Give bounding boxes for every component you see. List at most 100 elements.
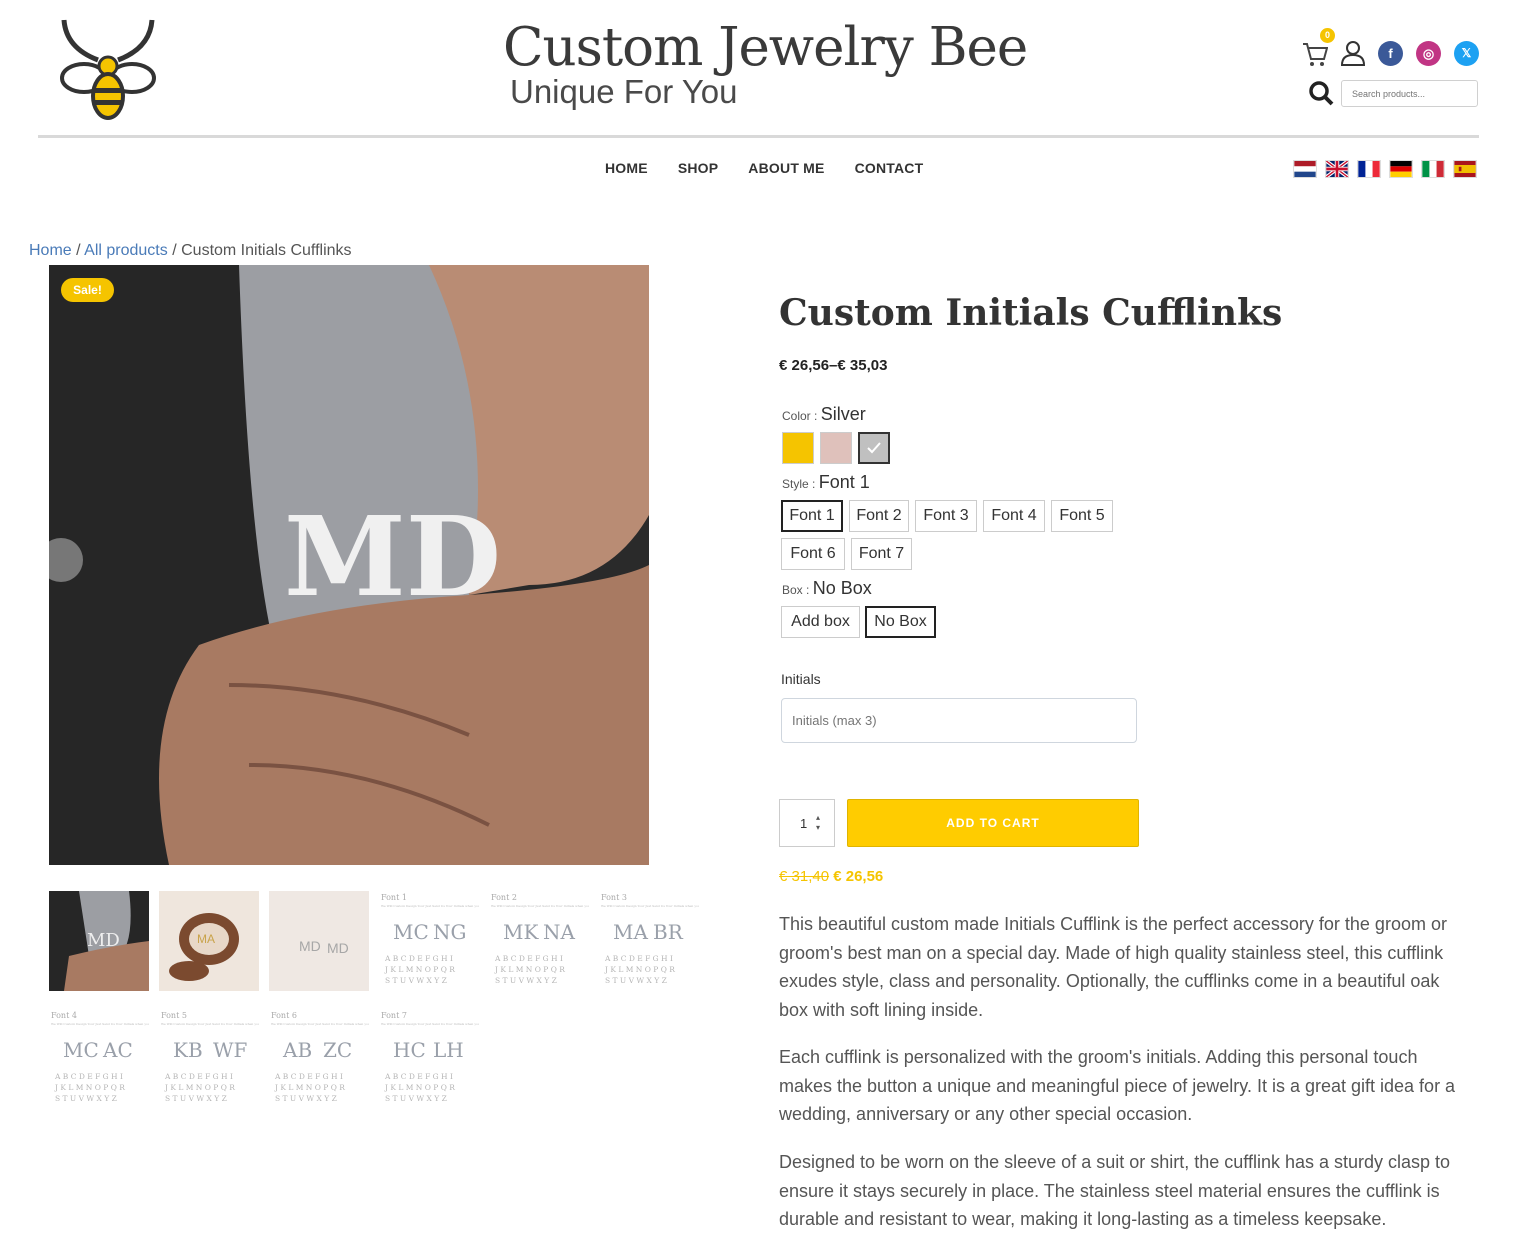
nav-shop[interactable]: SHOP bbox=[678, 160, 718, 176]
svg-text:MD: MD bbox=[327, 940, 349, 956]
font-sheet-sample: AB bbox=[282, 1038, 312, 1062]
style-option-font-5[interactable]: Font 5 bbox=[1051, 500, 1113, 532]
price-range: € 26,56–€ 35,03 bbox=[779, 357, 888, 374]
font-sheet-alphabet-row: J K L M N O P Q R bbox=[54, 1083, 125, 1092]
font-sheet-heading: We Will Custom Design Your Just Send Us … bbox=[601, 904, 699, 908]
stepper-arrows-icon[interactable]: ▴ ▾ bbox=[816, 813, 820, 833]
user-icon[interactable] bbox=[1340, 40, 1366, 66]
font-sheet-alphabet-row: S T U V W X Y Z bbox=[385, 976, 447, 985]
breadcrumb-all-products[interactable]: All products bbox=[84, 242, 168, 259]
description-paragraph-2: Each cufflink is personalized with the g… bbox=[779, 1047, 1456, 1124]
flag-es-icon[interactable] bbox=[1453, 160, 1477, 178]
font-sheet-label: Font 4 bbox=[51, 1011, 77, 1020]
brand-title[interactable]: Custom Jewelry Bee bbox=[503, 17, 1028, 78]
flag-uk-icon[interactable] bbox=[1325, 160, 1349, 178]
initials-label: Initials bbox=[781, 671, 821, 687]
box-label: Box bbox=[782, 583, 803, 597]
check-icon bbox=[867, 442, 881, 454]
font-sheet-alphabet-row: A B C D E F G H I bbox=[384, 954, 453, 963]
thumbnail-3[interactable]: MD MD bbox=[269, 891, 369, 991]
style-option-font-4[interactable]: Font 4 bbox=[983, 500, 1045, 532]
instagram-icon[interactable]: ◎ bbox=[1416, 41, 1441, 66]
font-sheet-alphabet-row: S T U V W X Y Z bbox=[55, 1094, 117, 1103]
flag-it-icon[interactable] bbox=[1421, 160, 1445, 178]
font-sheet-label: Font 2 bbox=[491, 893, 517, 902]
font-sheet-image: Font 1 We Will Custom Design Your Just Se… bbox=[379, 891, 479, 991]
flag-de-icon[interactable] bbox=[1389, 160, 1413, 178]
font-sheet-alphabet-row: S T U V W X Y Z bbox=[605, 976, 667, 985]
x-icon[interactable]: 𝕏 bbox=[1454, 41, 1479, 66]
breadcrumb-home[interactable]: Home bbox=[29, 242, 72, 259]
style-option-font-3[interactable]: Font 3 bbox=[915, 500, 977, 532]
main-product-image[interactable]: MD bbox=[49, 265, 649, 865]
font-sheet-alphabet-row: S T U V W X Y Z bbox=[385, 1094, 447, 1103]
breadcrumb-separator: / bbox=[76, 242, 81, 259]
font-sheet-alphabet-row: J K L M N O P Q R bbox=[164, 1083, 235, 1092]
breadcrumb-current: Custom Initials Cufflinks bbox=[181, 242, 352, 259]
thumbnail-font-5[interactable]: Font 5 We Will Custom Design Your Just Se… bbox=[159, 1009, 259, 1109]
font-sheet-alphabet-row: J K L M N O P Q R bbox=[604, 965, 675, 974]
main-nav: HOME SHOP ABOUT ME CONTACT bbox=[605, 160, 923, 176]
style-option-font-2[interactable]: Font 2 bbox=[849, 500, 909, 532]
font-sheet-heading: We Will Custom Design Your Just Send Us … bbox=[161, 1022, 259, 1026]
old-price: € 31,40 bbox=[779, 868, 830, 885]
language-switcher bbox=[1293, 160, 1477, 178]
font-sheet-sample: MA bbox=[613, 920, 648, 944]
swatch-gold[interactable] bbox=[782, 432, 814, 464]
box-attribute-label: Box : No Box bbox=[782, 578, 872, 598]
font-sheet-alphabet-row: J K L M N O P Q R bbox=[274, 1083, 345, 1092]
nav-about-me[interactable]: ABOUT ME bbox=[748, 160, 824, 176]
font-sheet-alphabet-row: A B C D E F G H I bbox=[54, 1072, 123, 1081]
thumbnail-font-1[interactable]: Font 1 We Will Custom Design Your Just Se… bbox=[379, 891, 479, 991]
bee-logo[interactable] bbox=[58, 18, 158, 122]
sale-price: € 26,56 bbox=[833, 868, 884, 885]
font-sheet-alphabet-row: J K L M N O P Q R bbox=[384, 1083, 455, 1092]
initials-input[interactable] bbox=[781, 698, 1137, 743]
search-input[interactable] bbox=[1341, 80, 1478, 107]
font-sheet-label: Font 5 bbox=[161, 1011, 187, 1020]
font-sheet-sample: AC bbox=[102, 1038, 133, 1062]
thumbnail-2[interactable]: MA bbox=[159, 891, 259, 991]
svg-text:MA: MA bbox=[197, 932, 215, 946]
font-sheet-alphabet-row: S T U V W X Y Z bbox=[275, 1094, 337, 1103]
font-sheet-sample: WF bbox=[213, 1038, 248, 1062]
thumbnail-font-3[interactable]: Font 3 We Will Custom Design Your Just Se… bbox=[599, 891, 699, 991]
style-option-font-6[interactable]: Font 6 bbox=[781, 538, 845, 570]
font-sheet-sample: NA bbox=[543, 920, 576, 944]
font-sheet-sample: BR bbox=[653, 920, 684, 944]
font-sheet-alphabet-row: J K L M N O P Q R bbox=[494, 965, 565, 974]
description-paragraph-1: This beautiful custom made Initials Cuff… bbox=[779, 914, 1447, 1020]
product-title: Custom Initials Cufflinks bbox=[779, 292, 1283, 334]
search-icon[interactable] bbox=[1308, 80, 1334, 106]
quantity-stepper[interactable]: 1 ▴ ▾ bbox=[779, 799, 835, 847]
thumbnail-1[interactable]: MD bbox=[49, 891, 149, 991]
font-sheet-alphabet-row: A B C D E F G H I bbox=[164, 1072, 233, 1081]
svg-text:MD: MD bbox=[299, 938, 321, 954]
flag-nl-icon[interactable] bbox=[1293, 160, 1317, 178]
swatch-rose-gold[interactable] bbox=[820, 432, 852, 464]
style-selected-value: Font 1 bbox=[818, 472, 870, 492]
facebook-icon[interactable]: f bbox=[1378, 41, 1403, 66]
font-sheet-sample: MK bbox=[503, 920, 539, 944]
thumbnail-font-6[interactable]: Font 6 We Will Custom Design Your Just Se… bbox=[269, 1009, 369, 1109]
font-sheet-alphabet-row: A B C D E F G H I bbox=[384, 1072, 453, 1081]
font-sheet-sample: NG bbox=[433, 920, 466, 944]
thumbnail-font-7[interactable]: Font 7 We Will Custom Design Your Just Se… bbox=[379, 1009, 479, 1109]
font-sheet-heading: We Will Custom Design Your Just Send Us … bbox=[271, 1022, 369, 1026]
font-sheet-image: Font 3 We Will Custom Design Your Just Se… bbox=[599, 891, 699, 991]
add-to-cart-button[interactable]: ADD TO CART bbox=[847, 799, 1139, 847]
box-option-add-box[interactable]: Add box bbox=[781, 606, 860, 638]
cart-icon[interactable] bbox=[1302, 40, 1328, 68]
nav-contact[interactable]: CONTACT bbox=[855, 160, 924, 176]
flag-fr-icon[interactable] bbox=[1357, 160, 1381, 178]
font-sheet-sample: LH bbox=[433, 1038, 464, 1062]
thumbnail-font-4[interactable]: Font 4 We Will Custom Design Your Just Se… bbox=[49, 1009, 149, 1109]
font-sheet-sample: ZC bbox=[323, 1038, 352, 1062]
style-option-font-7[interactable]: Font 7 bbox=[851, 538, 912, 570]
swatch-silver[interactable] bbox=[858, 432, 890, 464]
svg-text:MD: MD bbox=[284, 492, 501, 621]
thumbnail-font-2[interactable]: Font 2 We Will Custom Design Your Just Se… bbox=[489, 891, 589, 991]
box-option-no-box[interactable]: No Box bbox=[865, 606, 936, 638]
nav-home[interactable]: HOME bbox=[605, 160, 648, 176]
style-option-font-1[interactable]: Font 1 bbox=[781, 500, 843, 532]
